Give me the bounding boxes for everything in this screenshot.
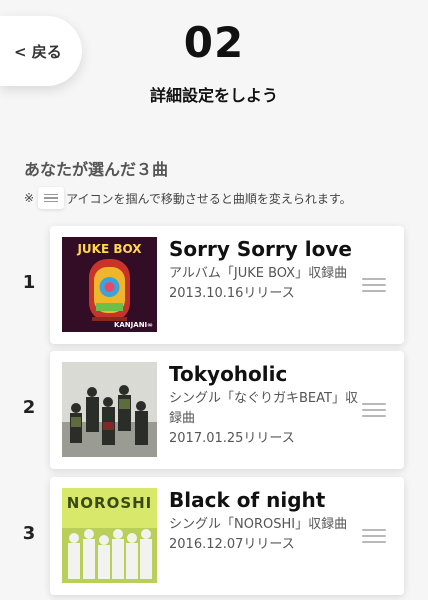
song-title: Black of night	[169, 488, 326, 512]
album-cover-image	[62, 362, 157, 457]
song-row: 1 JUKE BOX KANJANI∞ Sorry Sorry love アルバ…	[0, 226, 428, 344]
page-subtitle: 詳細設定をしよう	[149, 86, 278, 105]
song-card[interactable]: JUKE BOX KANJANI∞ Sorry Sorry love アルバム「…	[50, 226, 404, 344]
note-text: アイコンを掴んで移動させると曲順を変えられます。	[66, 191, 352, 206]
song-title: Sorry Sorry love	[169, 237, 352, 261]
song-row: 3 NOROSHI Black of night シングル「NOROSHI」収録…	[0, 477, 428, 595]
reorder-hint: ※ アイコンを掴んで移動させると曲順を変えられます。	[24, 187, 420, 209]
song-description: シングル「NOROSHI」収録曲	[169, 517, 348, 532]
song-release-date: 2013.10.16リリース	[169, 286, 295, 302]
album-cover-image: NOROSHI	[62, 488, 157, 583]
song-order-number: 2	[22, 397, 36, 418]
song-order-number: 1	[22, 272, 36, 293]
cover-title-text: NOROSHI	[66, 494, 153, 512]
song-release-date: 2017.01.25リリース	[169, 431, 295, 447]
drag-handle-icon[interactable]	[362, 403, 386, 417]
song-card[interactable]: NOROSHI Black of night シングル「NOROSHI」収録曲 …	[50, 477, 404, 595]
song-order-number: 3	[22, 523, 36, 544]
song-description: シングル「なぐりガキBEAT」収録曲	[169, 391, 358, 427]
note-mark: ※	[24, 191, 35, 205]
album-cover-image: JUKE BOX KANJANI∞	[62, 237, 157, 332]
section-title: あなたが選んだ３曲	[24, 160, 169, 179]
cover-artist-text: KANJANI∞	[113, 321, 153, 329]
song-title: Tokyoholic	[169, 362, 288, 386]
drag-handle-icon[interactable]	[362, 278, 386, 292]
song-description: アルバム「JUKE BOX」収録曲	[169, 266, 348, 281]
song-card[interactable]: Tokyoholic シングル「なぐりガキBEAT」収録曲 2017.01.25…	[50, 351, 404, 469]
step-number: 02	[183, 18, 245, 67]
cover-title-text: JUKE BOX	[77, 242, 142, 256]
drag-handle-icon	[38, 187, 65, 209]
drag-handle-icon[interactable]	[362, 529, 386, 543]
song-row: 2 Tokyoholic シングル「なぐりガキBEAT」収録曲 2017.01.…	[0, 351, 428, 469]
song-release-date: 2016.12.07リリース	[169, 537, 295, 553]
